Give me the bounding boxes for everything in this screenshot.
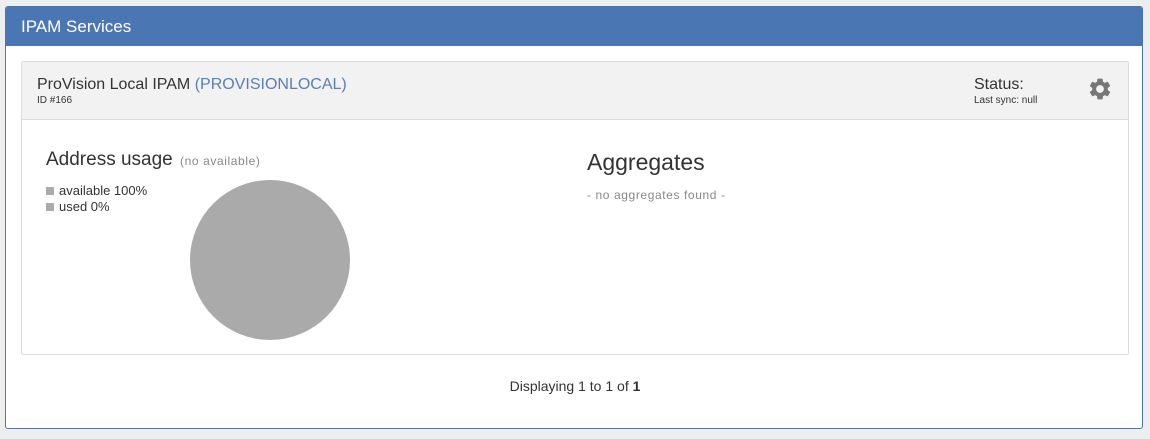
usage-legend: available 100% used 0% xyxy=(46,183,147,215)
pagination-info: Displaying 1 to 1 of 1 xyxy=(6,378,1142,394)
legend-label: used 0% xyxy=(59,199,110,214)
service-code: (PROVISIONLOCAL) xyxy=(194,76,347,93)
panel-title: IPAM Services xyxy=(6,7,1142,46)
service-card: ProVision Local IPAM (PROVISIONLOCAL) ID… xyxy=(21,61,1129,355)
service-card-header: ProVision Local IPAM (PROVISIONLOCAL) ID… xyxy=(22,62,1128,120)
pagination-to: 1 xyxy=(605,378,614,394)
pagination-prefix: Displaying xyxy=(509,378,579,394)
service-id: ID #166 xyxy=(37,95,73,106)
pagination-to-word: to xyxy=(585,378,606,394)
service-name: ProVision Local IPAM xyxy=(37,76,191,93)
pagination-total: 1 xyxy=(632,378,641,394)
last-sync-label: Last sync: null xyxy=(974,95,1038,106)
gear-icon[interactable] xyxy=(1087,76,1113,102)
address-usage-subtitle: (no available) xyxy=(180,154,261,168)
pagination-from: 1 xyxy=(578,378,586,394)
aggregates-empty-message: - no aggregates found - xyxy=(587,188,726,202)
aggregates-title: Aggregates xyxy=(587,149,705,175)
legend-label: available 100% xyxy=(59,183,148,198)
pie-slice-available xyxy=(190,180,350,340)
legend-swatch xyxy=(46,187,54,195)
legend-item-available: available 100% xyxy=(46,183,147,199)
legend-swatch xyxy=(46,203,54,211)
pagination-of-word: of xyxy=(613,378,633,394)
address-usage-heading: Address usage xyxy=(46,149,173,170)
ipam-services-panel: IPAM Services ProVision Local IPAM (PROV… xyxy=(5,6,1143,429)
legend-item-used: used 0% xyxy=(46,199,147,215)
address-usage-pie-chart xyxy=(190,180,350,340)
service-name-line: ProVision Local IPAM (PROVISIONLOCAL) xyxy=(37,76,347,94)
address-usage-title: Address usage (no available) xyxy=(46,149,260,171)
status-label: Status: xyxy=(974,76,1024,93)
